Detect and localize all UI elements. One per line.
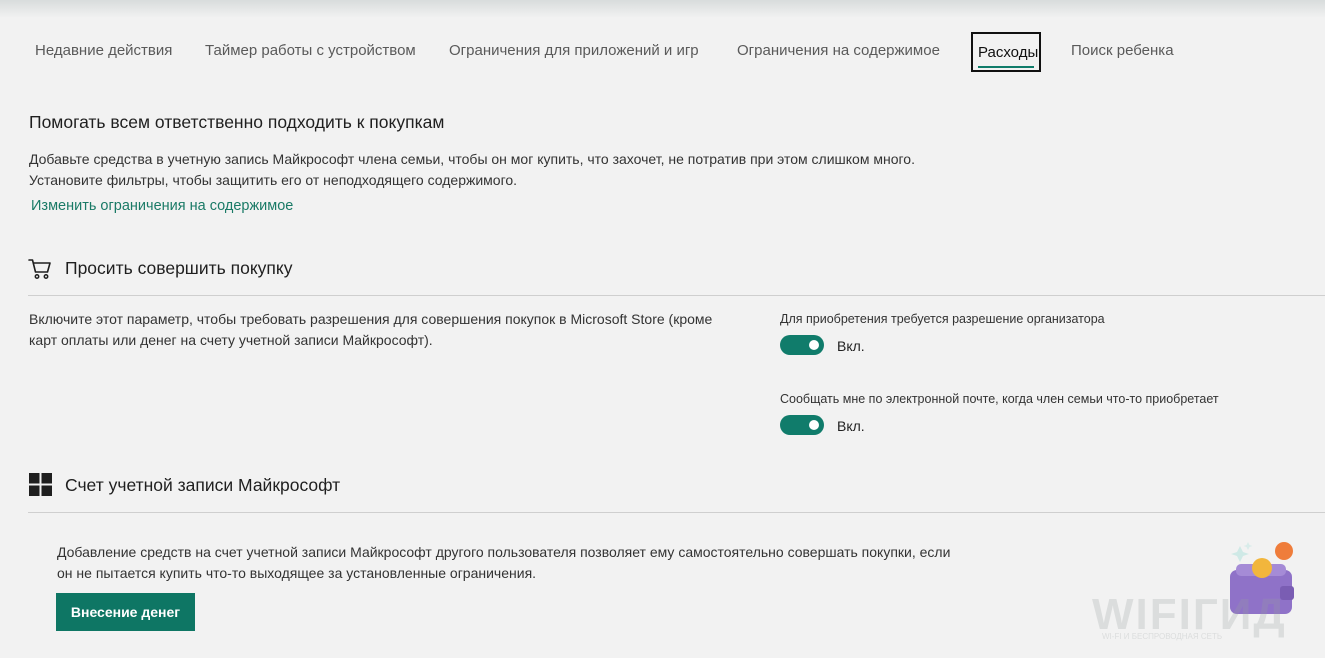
microsoft-logo-icon — [29, 473, 52, 496]
section-divider — [28, 295, 1325, 296]
shopping-cart-icon — [28, 259, 51, 279]
email-notify-state: Вкл. — [837, 418, 865, 434]
email-notify-label: Сообщать мне по электронной почте, когда… — [780, 392, 1219, 406]
toggle-knob — [809, 340, 819, 350]
tab-active-indicator — [978, 66, 1034, 68]
intro-heading: Помогать всем ответственно подходить к п… — [29, 112, 445, 132]
require-approval-label: Для приобретения требуется разрешение ор… — [780, 312, 1105, 326]
tab-app-game-limits[interactable]: Ограничения для приложений и игр — [449, 42, 699, 59]
ms-account-desc-line2: он не пытается купить что-то выходящее з… — [57, 565, 537, 581]
ms-account-title: Счет учетной записи Майкрософт — [65, 475, 341, 495]
tab-recent-activity[interactable]: Недавние действия — [35, 42, 172, 59]
toggle-knob — [809, 420, 819, 430]
change-content-restrictions-link[interactable]: Изменить ограничения на содержимое — [31, 198, 293, 214]
tab-spending[interactable]: Расходы — [971, 32, 1041, 72]
ask-to-buy-title: Просить совершить покупку — [65, 258, 293, 278]
tab-find-child[interactable]: Поиск ребенка — [1071, 42, 1174, 59]
require-approval-state: Вкл. — [837, 338, 865, 354]
tab-content-restrictions[interactable]: Ограничения на содержимое — [737, 42, 940, 59]
intro-text-line1: Добавьте средства в учетную запись Майкр… — [29, 151, 915, 167]
watermark: WIFIГИД WI-FI И БЕСПРОВОДНАЯ СЕТЬ — [1092, 590, 1325, 650]
ask-to-buy-desc-line2: карт оплаты или денег на счету учетной з… — [29, 332, 433, 348]
email-notify-toggle[interactable] — [780, 415, 824, 435]
tab-bar: Недавние действия Таймер работы с устрой… — [0, 0, 1325, 100]
intro-text-line2: Установите фильтры, чтобы защитить его о… — [29, 172, 518, 188]
ask-to-buy-desc-line1: Включите этот параметр, чтобы требовать … — [29, 311, 713, 327]
tab-screen-time[interactable]: Таймер работы с устройством — [205, 42, 416, 59]
section-divider — [28, 512, 1325, 513]
add-money-button[interactable]: Внесение денег — [56, 593, 195, 631]
require-approval-toggle[interactable] — [780, 335, 824, 355]
ms-account-desc-line1: Добавление средств на счет учетной запис… — [57, 544, 951, 560]
watermark-subtext: WI-FI И БЕСПРОВОДНАЯ СЕТЬ — [1102, 632, 1223, 641]
tab-spending-label: Расходы — [978, 44, 1039, 61]
